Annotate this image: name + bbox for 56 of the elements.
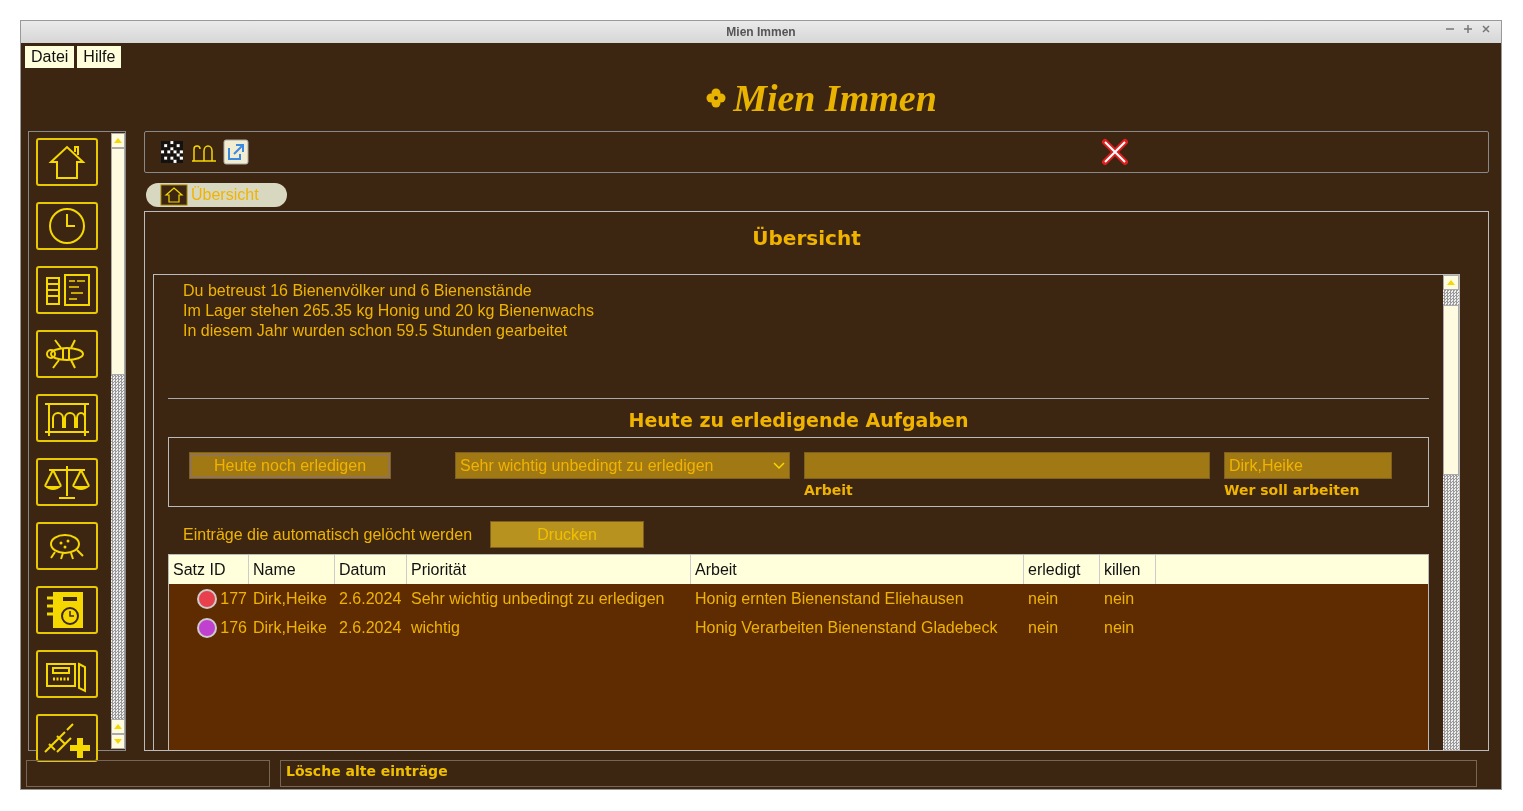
- scroll-thumb[interactable]: [1443, 305, 1459, 475]
- column-header[interactable]: Name: [249, 555, 335, 584]
- table-cell-text: 2.6.2024: [338, 589, 403, 608]
- maximize-icon[interactable]: [1463, 24, 1473, 34]
- field-label: Arbeit: [804, 482, 854, 498]
- column-header[interactable]: Satz ID: [169, 555, 249, 584]
- table-cell-text: Dirk,Heike: [252, 589, 328, 608]
- work-field[interactable]: [804, 452, 1210, 479]
- table-cell-text: nein: [1103, 618, 1136, 637]
- menu-item[interactable]: Datei: [25, 46, 75, 68]
- home-icon: [160, 184, 188, 206]
- table-cell-text: nein: [1027, 589, 1060, 608]
- column-header[interactable]: killen: [1100, 555, 1156, 584]
- sidebar-scrollbar[interactable]: [111, 133, 125, 749]
- table-cell-text: Honig Verarbeiten Bienenstand Gladebeck: [694, 618, 999, 637]
- column-header[interactable]: erledigt: [1024, 555, 1100, 584]
- section-heading: Heute zu erledigende Aufgaben: [627, 409, 970, 431]
- summary-line: Im Lager stehen 265.35 kg Honig und 20 kg Bienenwachs: [182, 301, 595, 321]
- close-icon[interactable]: [1101, 138, 1129, 166]
- status-message: Lösche alte einträge: [280, 760, 1477, 787]
- table-cell-text: 2.6.2024: [338, 618, 403, 637]
- sidebar-button[interactable]: [36, 586, 98, 634]
- content-scrollbar[interactable]: [1443, 275, 1459, 750]
- app-logo: Mien Immen: [733, 76, 937, 120]
- table-cell-text: wichtig: [410, 618, 461, 637]
- field-label: Wer soll arbeiten: [1224, 482, 1361, 498]
- auto-delete-label: Einträge die automatisch gelöcht werden: [183, 525, 473, 544]
- sidebar-button[interactable]: [36, 522, 98, 570]
- sidebar-button[interactable]: [36, 394, 98, 442]
- external-link-icon[interactable]: [223, 139, 249, 165]
- page-title: Übersicht: [751, 225, 862, 252]
- sidebar-button[interactable]: [36, 266, 98, 314]
- table-cell: 176: [220, 618, 247, 637]
- summary-line: Du betreust 16 Bienenvölker und 6 Bienenstände: [182, 281, 533, 301]
- flower-icon: [705, 87, 728, 109]
- table-cell-text: Honig ernten Bienenstand Eliehausen: [694, 589, 965, 608]
- sidebar-button[interactable]: [36, 202, 98, 250]
- sidebar-button[interactable]: [36, 458, 98, 506]
- table-cell-text: Sehr wichtig unbedingt zu erledigen: [410, 589, 666, 608]
- sidebar-button[interactable]: [36, 650, 98, 698]
- summary-line: In diesem Jahr wurden schon 59.5 Stunden gearbeitet: [182, 321, 569, 341]
- table-cell: 177: [220, 589, 247, 608]
- menu-item[interactable]: Hilfe: [77, 46, 122, 68]
- sidebar-button[interactable]: [36, 330, 98, 378]
- table-cell-text: Dirk,Heike: [252, 618, 328, 637]
- qr-code-icon[interactable]: [159, 139, 185, 165]
- chevron-down-icon: [773, 461, 785, 470]
- window-title: Mien Immen: [726, 25, 796, 39]
- column-header[interactable]: Priorität: [407, 555, 691, 584]
- sidebar-button[interactable]: [36, 138, 98, 186]
- scroll-thumb[interactable]: [111, 148, 125, 375]
- column-header[interactable]: Datum: [335, 555, 407, 584]
- table-cell-text: nein: [1027, 618, 1060, 637]
- sidebar-button[interactable]: [36, 714, 98, 762]
- column-header[interactable]: Arbeit: [691, 555, 1024, 584]
- table-cell-text: nein: [1103, 589, 1136, 608]
